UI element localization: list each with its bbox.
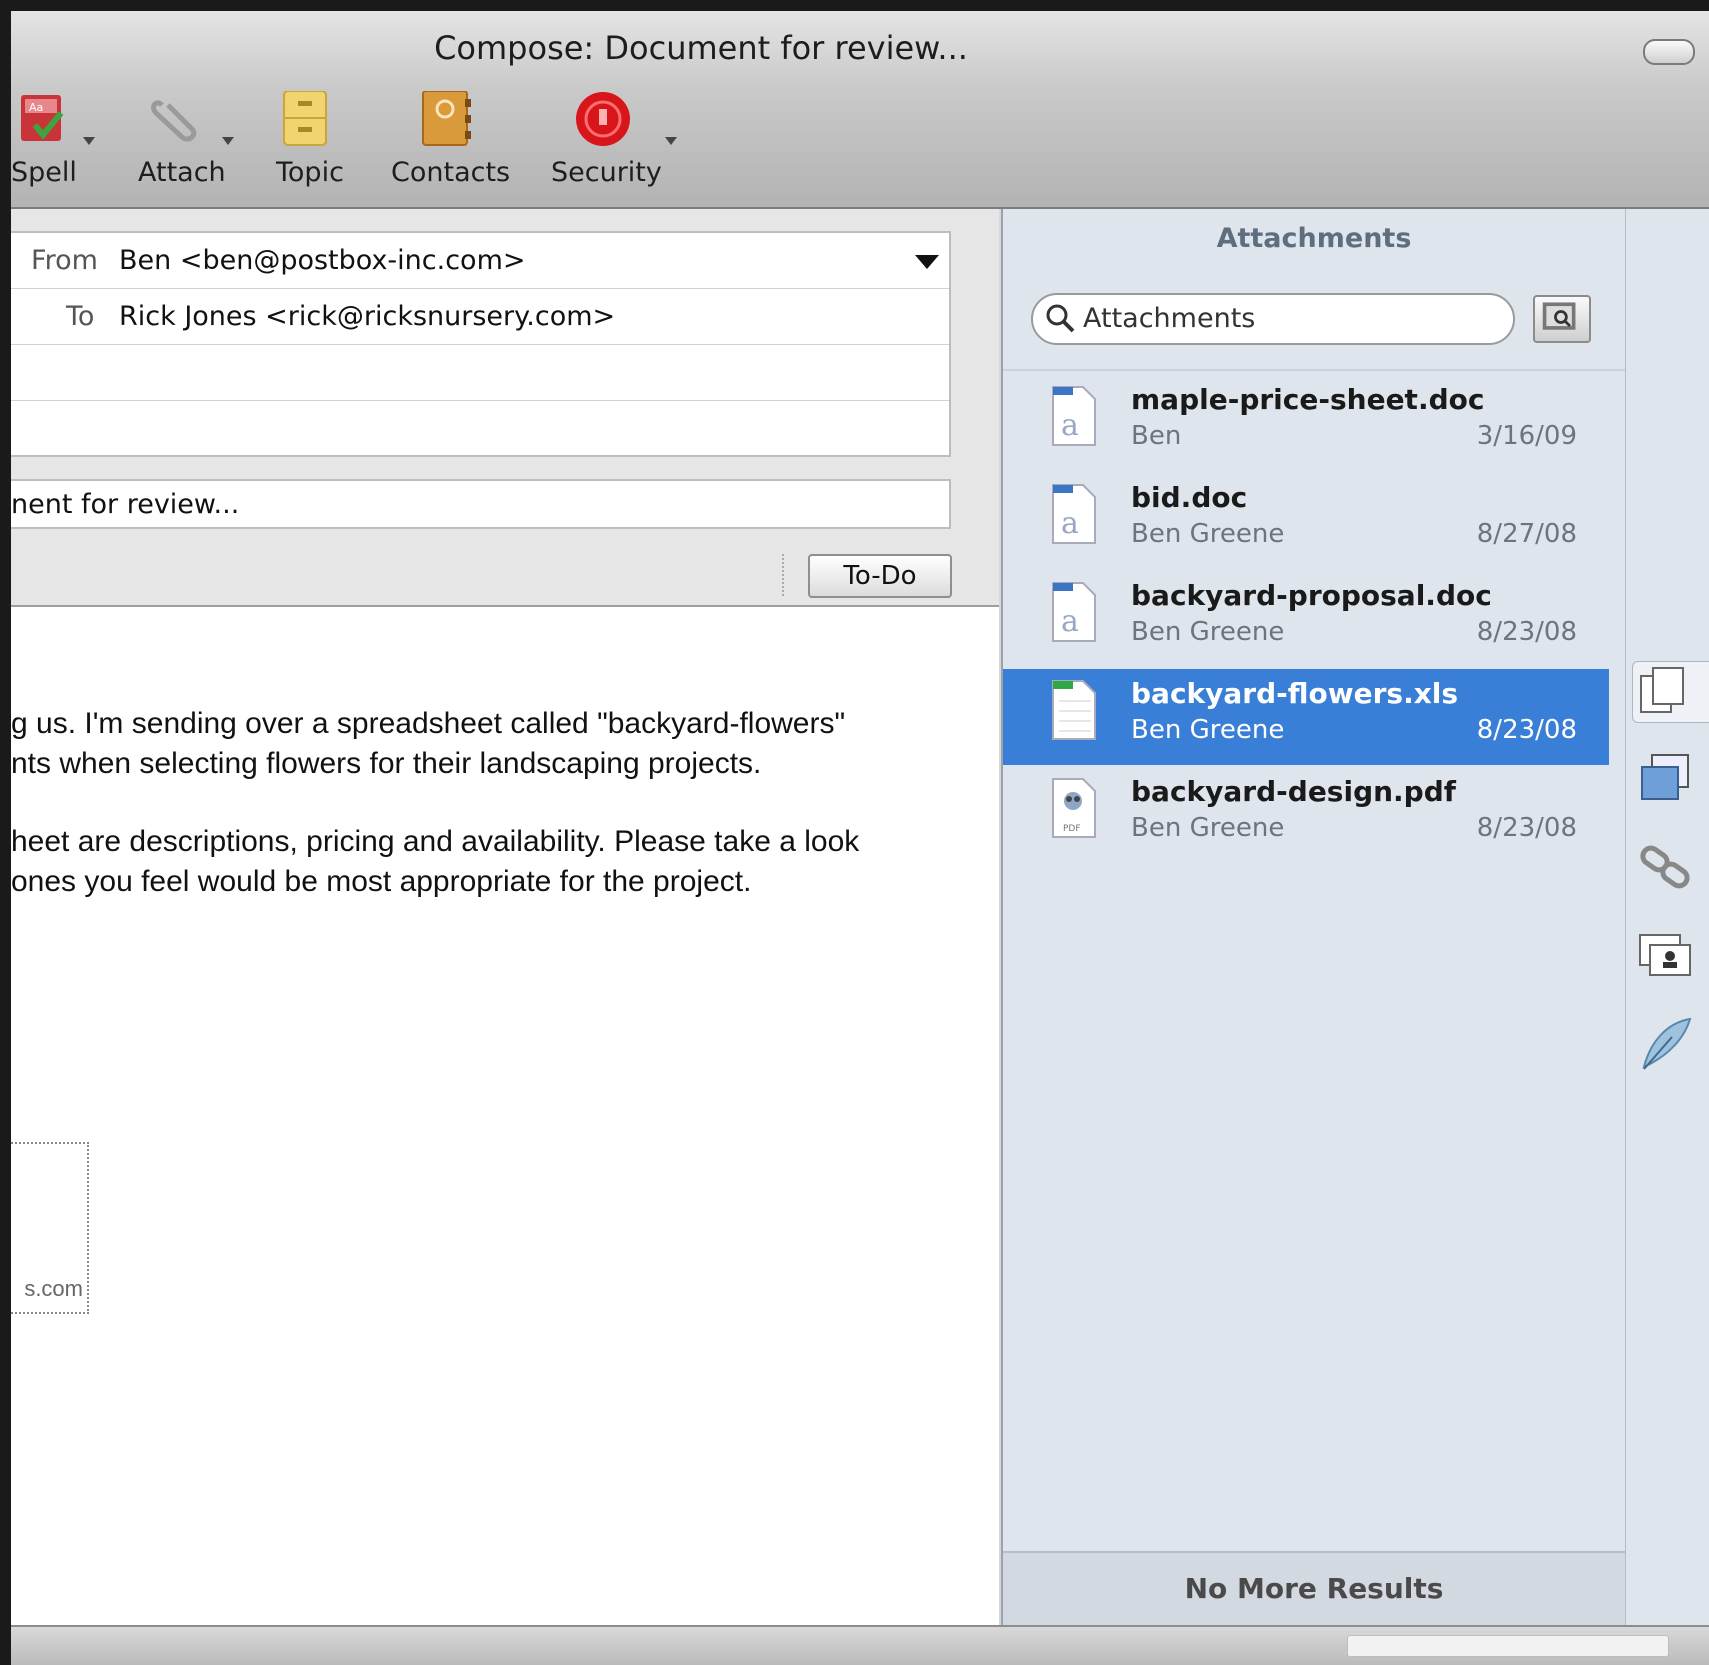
todo-button[interactable]: To-Do	[808, 554, 952, 598]
attachment-row[interactable]: a bid.doc Ben Greene 8/27/08	[1003, 473, 1609, 569]
attachment-name: backyard-flowers.xls	[1131, 677, 1459, 710]
sidebar-rail	[1625, 209, 1709, 1625]
body-line: ones you feel would be most appropriate …	[11, 865, 752, 898]
spell-check-icon: Aa	[21, 95, 64, 141]
search-icon	[1046, 304, 1075, 333]
pdf-document-icon: PDF	[1052, 778, 1096, 838]
subject-field[interactable]: nent for review...	[11, 479, 951, 529]
svg-text:Aa: Aa	[29, 101, 43, 114]
search-preview-icon	[1542, 302, 1576, 330]
from-row[interactable]: From Ben <ben@postbox-inc.com>	[11, 233, 949, 289]
to-label: To	[66, 301, 95, 332]
status-bar	[11, 1625, 1709, 1665]
file-cabinet-icon	[283, 91, 327, 146]
svg-text:a: a	[1061, 408, 1079, 443]
attachment-row[interactable]: backyard-flowers.xls Ben Greene 8/23/08	[1003, 669, 1609, 765]
spreadsheet-document-icon	[1052, 680, 1096, 740]
paperclip-icon	[151, 100, 197, 142]
toolbar: Compose: Document for review... Aa Spell…	[11, 11, 1709, 209]
attach-button[interactable]: Attach	[126, 91, 236, 191]
rail-links-button[interactable]	[1636, 837, 1696, 897]
rail-compose-button[interactable]	[1636, 1013, 1696, 1073]
attachment-name: bid.doc	[1131, 481, 1248, 514]
link-icon	[1640, 845, 1690, 889]
compose-window: Compose: Document for review... Aa Spell…	[11, 11, 1709, 1665]
topic-button[interactable]: Topic	[266, 91, 356, 191]
spell-label: Spell	[11, 157, 77, 188]
no-more-results-label: No More Results	[1003, 1551, 1625, 1625]
contacts-button[interactable]: Contacts	[381, 91, 511, 191]
security-dropdown-arrow-icon[interactable]	[665, 137, 677, 145]
subject-value: nent for review...	[11, 489, 240, 520]
from-select[interactable]: Ben <ben@postbox-inc.com>	[119, 245, 526, 276]
window-title: Compose: Document for review...	[434, 29, 968, 67]
empty-address-row[interactable]	[11, 401, 949, 456]
to-row[interactable]: To Rick Jones <rick@ricksnursery.com>	[11, 289, 949, 345]
attach-dropdown-arrow-icon[interactable]	[222, 137, 234, 145]
separator	[1003, 369, 1625, 371]
security-label: Security	[551, 157, 662, 188]
attachment-name: maple-price-sheet.doc	[1131, 383, 1485, 416]
topic-label: Topic	[276, 157, 344, 188]
empty-address-row[interactable]	[11, 345, 949, 401]
message-headers: From Ben <ben@postbox-inc.com> To Rick J…	[11, 209, 999, 607]
attachment-author: Ben Greene	[1131, 519, 1285, 549]
quill-icon	[1642, 1017, 1692, 1070]
attachment-row[interactable]: a maple-price-sheet.doc Ben 3/16/09	[1003, 375, 1609, 471]
attachments-pane: Attachments Attachments a maple-price-she…	[1001, 209, 1625, 1625]
message-body[interactable]: g us. I'm sending over a spreadsheet cal…	[11, 607, 999, 1625]
attachment-author: Ben Greene	[1131, 715, 1285, 745]
word-document-icon: a	[1052, 582, 1096, 642]
svg-text:PDF: PDF	[1063, 824, 1081, 834]
body-line: g us. I'm sending over a spreadsheet cal…	[11, 707, 846, 740]
from-label: From	[31, 245, 98, 276]
attachment-author: Ben Greene	[1131, 813, 1285, 843]
contacts-label: Contacts	[391, 157, 511, 188]
attachment-name: backyard-design.pdf	[1131, 775, 1456, 808]
signature-text: s.com	[24, 1276, 83, 1301]
search-options-button[interactable]	[1533, 295, 1591, 343]
attachment-author: Ben	[1131, 421, 1182, 451]
word-document-icon: a	[1052, 386, 1096, 446]
security-seal-icon	[576, 92, 630, 146]
body-line: nts when selecting flowers for their lan…	[11, 747, 762, 780]
attachment-row[interactable]: PDF backyard-design.pdf Ben Greene 8/23/08	[1003, 767, 1609, 863]
rail-windows-button[interactable]	[1636, 749, 1696, 809]
attach-label: Attach	[138, 157, 226, 188]
contact-cards-icon	[1639, 934, 1691, 976]
from-dropdown-arrow-icon[interactable]	[915, 255, 939, 269]
spell-dropdown-arrow-icon[interactable]	[83, 137, 95, 145]
rail-attachments-button[interactable]	[1632, 661, 1709, 723]
word-document-icon: a	[1052, 484, 1096, 544]
to-field[interactable]: Rick Jones <rick@ricksnursery.com>	[119, 301, 615, 332]
attachment-date: 8/23/08	[1476, 617, 1577, 647]
attachment-row[interactable]: a backyard-proposal.doc Ben Greene 8/23/08	[1003, 571, 1609, 667]
attachments-title: Attachments	[1216, 223, 1412, 254]
address-fields: From Ben <ben@postbox-inc.com> To Rick J…	[11, 231, 951, 457]
attachment-name: backyard-proposal.doc	[1131, 579, 1492, 612]
attachment-date: 8/23/08	[1476, 715, 1577, 745]
attachment-date: 8/23/08	[1476, 813, 1577, 843]
svg-text:a: a	[1061, 604, 1079, 639]
attachments-search-input[interactable]: Attachments	[1031, 293, 1515, 345]
rail-contacts-button[interactable]	[1636, 925, 1696, 985]
search-placeholder: Attachments	[1083, 303, 1256, 334]
toolbar-toggle-button[interactable]	[1643, 39, 1695, 65]
attachment-author: Ben Greene	[1131, 617, 1285, 647]
progress-bar	[1347, 1635, 1669, 1657]
attachment-date: 3/16/09	[1476, 421, 1577, 451]
windows-icon	[1641, 754, 1689, 800]
address-book-icon	[422, 91, 471, 146]
attachment-date: 8/27/08	[1476, 519, 1577, 549]
separator	[782, 554, 784, 596]
documents-icon	[1640, 667, 1684, 713]
body-line: heet are descriptions, pricing and avail…	[11, 825, 860, 858]
security-button[interactable]: Security	[539, 91, 679, 191]
svg-text:a: a	[1061, 506, 1079, 541]
spell-button[interactable]: Aa Spell	[11, 91, 111, 191]
signature-block[interactable]: s.com	[11, 1142, 89, 1314]
